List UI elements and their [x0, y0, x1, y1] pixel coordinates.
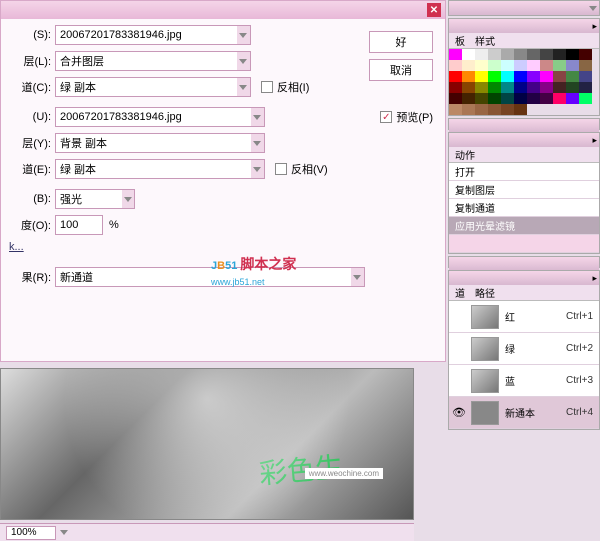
label-r: 果(R): [9, 269, 51, 285]
action-item[interactable]: 复制图层 [449, 181, 599, 199]
invert-v-checkbox[interactable] [275, 163, 287, 175]
preview-row: 预览(P) [380, 109, 433, 125]
channel-thumb [471, 401, 499, 425]
swatches-panel: ▸ 板 样式 [448, 18, 600, 116]
invert-i-checkbox[interactable] [261, 81, 273, 93]
panel-gap [448, 256, 600, 268]
channel-row[interactable]: 绿 Ctrl+2 [449, 333, 599, 365]
panel-gap [448, 118, 600, 130]
chevron-down-icon[interactable] [251, 108, 264, 126]
source-u-input[interactable] [56, 108, 251, 126]
zoom-input[interactable] [6, 526, 56, 540]
action-item[interactable]: 打开 [449, 163, 599, 181]
eye-icon[interactable]: 👁 [451, 405, 467, 421]
layer-y-input[interactable] [56, 134, 251, 152]
layer-l-input[interactable] [56, 52, 237, 70]
tab-channels[interactable]: 道 [455, 285, 465, 300]
watermark-site: www.weochine.com [305, 468, 383, 479]
label-c: 道(C): [9, 79, 51, 95]
zoom-bar [0, 523, 414, 541]
label-s: (S): [9, 29, 51, 41]
chevron-down-icon[interactable] [237, 52, 250, 70]
channel-row[interactable]: 蓝 Ctrl+3 [449, 365, 599, 397]
label-e: 道(E): [9, 161, 51, 177]
channel-e-combo[interactable] [55, 159, 265, 179]
eye-icon[interactable] [451, 341, 467, 357]
label-b: (B): [9, 193, 51, 205]
menu-icon[interactable] [589, 6, 597, 11]
label-u: (U): [9, 111, 51, 123]
chevron-down-icon[interactable] [237, 26, 250, 44]
swatches-tabs: 板 样式 [449, 33, 599, 49]
tab-paths[interactable]: 略径 [475, 285, 495, 300]
dialog-buttons: 好 取消 [369, 31, 433, 87]
channel-list: 红 Ctrl+1 绿 Ctrl+2 蓝 Ctrl+3 👁 新通本 Ctrl+4 [449, 301, 599, 429]
actions-panel: ▸ 动作 打开 复制图层 复制通道 应用光晕滤镜 [448, 132, 600, 254]
cancel-button[interactable]: 取消 [369, 59, 433, 81]
channel-e-input[interactable] [56, 160, 251, 178]
chevron-down-icon[interactable] [122, 190, 134, 208]
invert-i-label: 反相(I) [277, 79, 309, 95]
label-o: 度(O): [9, 217, 51, 233]
action-item[interactable]: 应用光晕滤镜 [449, 217, 599, 235]
opacity-input[interactable] [55, 215, 103, 235]
actions-list: 打开 复制图层 复制通道 应用光晕滤镜 [449, 163, 599, 253]
layer-y-combo[interactable] [55, 133, 265, 153]
source-s-combo[interactable] [55, 25, 251, 45]
channel-thumb [471, 369, 499, 393]
chevron-down-icon[interactable] [251, 134, 264, 152]
chevron-down-icon[interactable] [237, 78, 250, 96]
dialog: ✕ (S): 层(L): 道(C): 反相(I) [0, 0, 446, 362]
result-r-input[interactable] [56, 268, 351, 286]
result-r-combo[interactable] [55, 267, 365, 287]
tab-styles[interactable]: 样式 [475, 33, 495, 48]
channel-row[interactable]: 👁 新通本 Ctrl+4 [449, 397, 599, 429]
layer-l-combo[interactable] [55, 51, 251, 71]
chevron-down-icon[interactable] [60, 530, 68, 535]
source-s-input[interactable] [56, 26, 237, 44]
document-preview: 彩色生 www.weochine.com [0, 368, 414, 520]
close-icon[interactable]: ✕ [427, 3, 441, 17]
chevron-down-icon[interactable] [351, 268, 364, 286]
eye-icon[interactable] [451, 373, 467, 389]
channel-row[interactable]: 红 Ctrl+1 [449, 301, 599, 333]
blend-b-combo[interactable] [55, 189, 135, 209]
jb51-logo: JB51 脚本之家 www.jb51.net [211, 245, 296, 288]
channel-thumb [471, 305, 499, 329]
ok-button[interactable]: 好 [369, 31, 433, 53]
tab-actions[interactable]: 动作 [455, 147, 475, 162]
channel-c-input[interactable] [56, 78, 237, 96]
action-item[interactable]: 复制通道 [449, 199, 599, 217]
channel-thumb [471, 337, 499, 361]
label-l: 层(L): [9, 53, 51, 69]
label-y: 层(Y): [9, 135, 51, 151]
k-link[interactable]: k... [9, 241, 24, 253]
channels-panel: ▸ 道 略径 红 Ctrl+1 绿 Ctrl+2 蓝 Ctrl+3 [448, 270, 600, 430]
swatch-grid[interactable] [449, 49, 599, 115]
eye-icon[interactable] [451, 309, 467, 325]
watermark-text: 彩色生 [257, 445, 344, 492]
action-item[interactable] [449, 235, 599, 253]
preview-checkbox[interactable] [380, 111, 392, 123]
chevron-down-icon[interactable] [251, 160, 264, 178]
panel-header: ▸ [449, 19, 599, 33]
preview-label: 预览(P) [396, 109, 433, 125]
tab-swatch[interactable]: 板 [455, 33, 465, 48]
channel-c-combo[interactable] [55, 77, 251, 97]
pct-label: % [109, 219, 119, 231]
panel-top-strip [448, 0, 600, 16]
source-u-combo[interactable] [55, 107, 265, 127]
invert-v-label: 反相(V) [291, 161, 328, 177]
blend-b-input[interactable] [56, 190, 122, 208]
dialog-titlebar: ✕ [1, 1, 445, 19]
panels: ▸ 板 样式 ▸ 动作 打开 复制图层 复制通道 应用光晕滤镜 ▸ [448, 0, 600, 541]
